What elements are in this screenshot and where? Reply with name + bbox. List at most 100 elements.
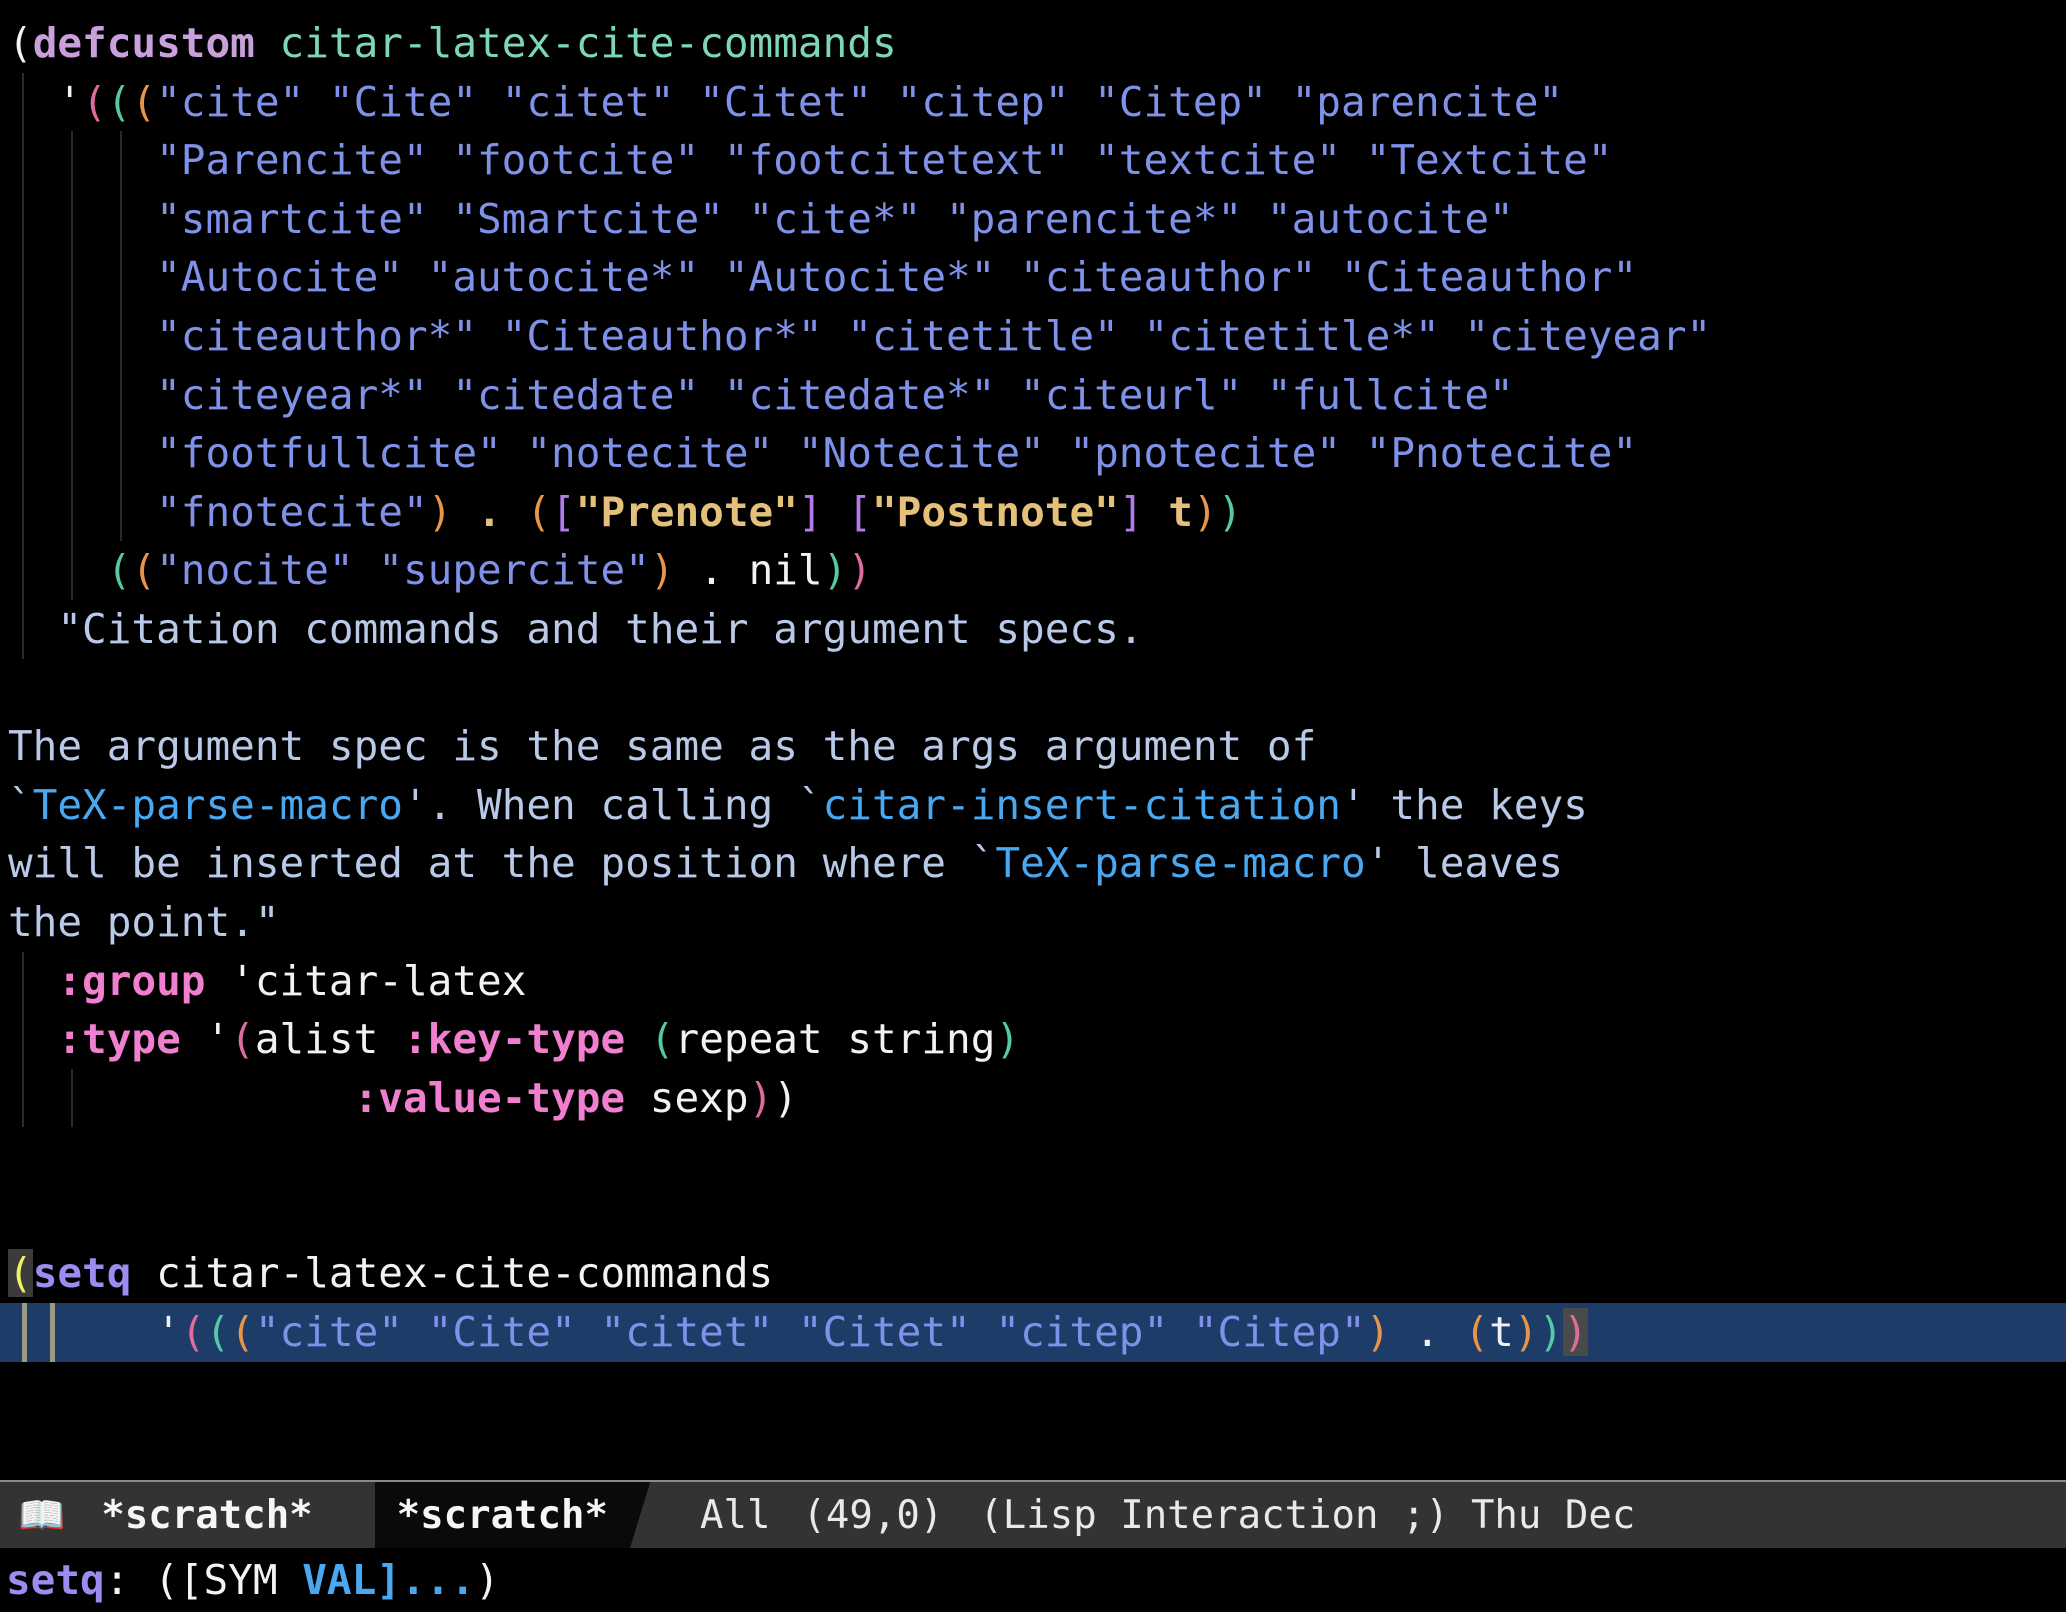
- modeline-major-mode[interactable]: (Lisp Interaction ;): [949, 1493, 1449, 1538]
- code-token: .: [477, 487, 502, 536]
- code-token: ): [822, 546, 848, 595]
- indent-guide: [120, 482, 122, 542]
- code-token: ': [205, 956, 255, 1005]
- buffer-line[interactable]: :type '(alist :key-type (repeat string): [0, 1010, 2066, 1069]
- modeline-buffer-name-left[interactable]: *scratch*: [79, 1493, 334, 1538]
- buffer-line[interactable]: "citeyear*" "citedate" "citedate*" "cite…: [0, 365, 2066, 425]
- code-token: "cite" "Cite" "citet" "Citet" "citep" "C…: [156, 77, 1564, 126]
- buffer-line[interactable]: "footfullcite" "notecite" "Notecite" "pn…: [0, 424, 2066, 483]
- code-token: citar-insert-citation: [822, 780, 1341, 829]
- code-token: nil: [748, 546, 823, 595]
- buffer-line[interactable]: "citeauthor*" "Citeauthor*" "citetitle" …: [0, 306, 2066, 366]
- echo-area: setq: ([SYM VAL]...): [0, 1548, 2066, 1612]
- code-token: [: [847, 487, 872, 536]
- buffer-line[interactable]: "Autocite" "autocite*" "Autocite*" "cite…: [0, 248, 2066, 307]
- indent-guide: [120, 131, 122, 190]
- code-token: ]: [797, 487, 823, 536]
- buffer-line[interactable]: "Parencite" "footcite" "footcitetext" "t…: [0, 131, 2066, 190]
- code-token: :type: [57, 1015, 181, 1064]
- code-token: ): [1563, 1308, 1588, 1357]
- code-token: t: [1489, 1308, 1514, 1357]
- buffer-line[interactable]: will be inserted at the position where `…: [0, 834, 2066, 893]
- indent-guide: [71, 541, 73, 600]
- code-token: ): [1365, 1308, 1391, 1357]
- code-token: (: [526, 487, 552, 536]
- buffer-scratch[interactable]: (defcustom citar-latex-cite-commands '((…: [0, 0, 2066, 1480]
- code-token: ): [847, 546, 872, 595]
- code-token: "Autocite" "autocite*" "Autocite*" "cite…: [156, 253, 1638, 302]
- code-token: TeX-parse-macro: [995, 839, 1366, 888]
- buffer-line[interactable]: "fnotecite") . (["Prenote"] ["Postnote"]…: [0, 482, 2066, 542]
- buffer-line[interactable]: :value-type sexp)): [0, 1068, 2066, 1128]
- code-token: ': [57, 77, 83, 126]
- code-token: ' the keys: [1340, 780, 1588, 829]
- buffer-line[interactable]: '((("cite" "Cite" "citet" "Citet" "citep…: [0, 72, 2066, 132]
- buffer-line[interactable]: (defcustom citar-latex-cite-commands: [0, 14, 2066, 73]
- code-token: '. When calling `: [402, 780, 823, 829]
- buffer-line[interactable]: [0, 1186, 2066, 1245]
- modeline-buffer-name-right[interactable]: *scratch*: [375, 1493, 630, 1538]
- code-token: "nocite" "supercite": [156, 546, 650, 595]
- code-token: (: [205, 1308, 231, 1357]
- buffer-line[interactable]: (("nocite" "supercite") . nil)): [0, 541, 2066, 600]
- code-token: :value-type: [353, 1073, 626, 1122]
- code-token: ): [1217, 487, 1243, 536]
- modeline-scroll-position[interactable]: All: [674, 1493, 776, 1538]
- code-token: (: [649, 1015, 675, 1064]
- indent-guide: [120, 424, 122, 483]
- code-token: repeat string: [674, 1015, 996, 1064]
- buffer-line[interactable]: [0, 659, 2066, 718]
- code-token: ): [773, 1073, 798, 1122]
- indent-guide: [22, 365, 24, 425]
- buffer-line[interactable]: The argument spec is the same as the arg…: [0, 717, 2066, 776]
- modeline-separator-2: [629, 1482, 674, 1548]
- buffer-line[interactable]: [0, 1127, 2066, 1186]
- buffer-line[interactable]: "smartcite" "Smartcite" "cite*" "parenci…: [0, 189, 2066, 249]
- code-token: ' leaves: [1365, 839, 1564, 888]
- indent-guide: [120, 248, 122, 307]
- code-token: ): [649, 546, 675, 595]
- buffer-line[interactable]: '((("cite" "Cite" "citet" "Citet" "citep…: [0, 1303, 2066, 1362]
- code-token: ): [427, 487, 453, 536]
- code-token: alist: [254, 1015, 403, 1064]
- code-token: the point.": [8, 897, 280, 946]
- mode-line[interactable]: 📖 *scratch* *scratch* All (49,0) (Lisp I…: [0, 1480, 2066, 1548]
- code-token: "footfullcite" "notecite" "Notecite" "pn…: [156, 429, 1638, 478]
- modeline-center-group: *scratch*: [374, 1482, 630, 1548]
- modeline-point-position[interactable]: (49,0): [776, 1493, 949, 1538]
- code-token: :group: [57, 956, 206, 1005]
- code-token: (: [230, 1308, 255, 1357]
- indent-guide: [22, 1068, 24, 1128]
- code-token: (: [8, 1249, 33, 1298]
- code-token: "smartcite" "Smartcite" "cite*" "parenci…: [156, 194, 1514, 243]
- buffer-line[interactable]: :group 'citar-latex: [0, 951, 2066, 1011]
- code-token: TeX-parse-macro: [32, 780, 403, 829]
- code-token: The argument spec is the same as the arg…: [8, 722, 1317, 771]
- code-token: ): [1538, 1308, 1564, 1357]
- indent-guide: [22, 306, 24, 366]
- code-token: defcustom: [32, 19, 255, 67]
- eldoc-function-name: setq: [6, 1556, 105, 1604]
- code-token: [: [551, 487, 576, 536]
- buffer-line[interactable]: (setq citar-latex-cite-commands: [0, 1244, 2066, 1303]
- indent-guide: [22, 541, 24, 600]
- code-token: "Postnote": [872, 487, 1119, 536]
- code-token: "Prenote": [575, 487, 798, 536]
- indent-guide: [22, 248, 24, 307]
- buffer-line[interactable]: the point.": [0, 893, 2066, 952]
- buffer-line[interactable]: `TeX-parse-macro'. When calling `citar-i…: [0, 776, 2066, 835]
- buffer-line[interactable]: "Citation commands and their argument sp…: [0, 599, 2066, 659]
- indent-guide: [22, 424, 24, 483]
- code-token: `: [8, 780, 33, 829]
- code-token: "Parencite" "footcite" "footcitetext" "t…: [156, 136, 1613, 185]
- code-token: will be inserted at the position where `: [8, 839, 996, 888]
